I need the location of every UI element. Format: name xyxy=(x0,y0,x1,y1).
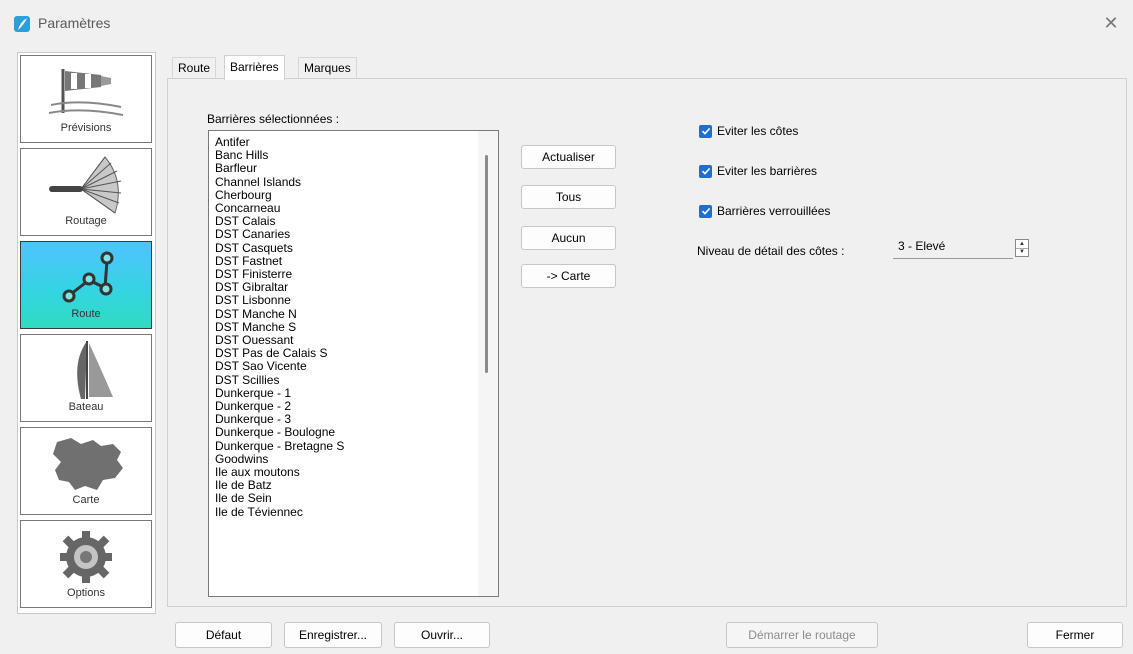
demarrer-routage-button[interactable]: Démarrer le routage xyxy=(726,622,878,648)
carte-button[interactable]: -> Carte xyxy=(521,264,616,288)
tab-barrieres[interactable]: Barrières xyxy=(224,55,285,80)
sidebar-item-label: Routage xyxy=(65,215,107,227)
gear-icon xyxy=(21,525,151,587)
close-icon[interactable]: ✕ xyxy=(1097,10,1125,36)
barrieres-list-label: Barrières sélectionnées : xyxy=(207,112,340,126)
tab-route[interactable]: Route xyxy=(172,57,217,79)
eviter-barrieres-label: Eviter les barrières xyxy=(717,164,818,178)
ouvrir-button[interactable]: Ouvrir... xyxy=(394,622,490,648)
list-item[interactable]: Dunkerque - Boulogne xyxy=(215,426,344,439)
windsock-icon xyxy=(21,60,151,122)
barrieres-listbox[interactable]: Antifer Banc Hills Barfleur Channel Islands… xyxy=(208,130,499,597)
eviter-cotes-label: Eviter les côtes xyxy=(717,124,799,138)
title-bar: Paramètres ✕ xyxy=(0,0,1133,44)
aucun-button[interactable]: Aucun xyxy=(521,226,616,250)
sidebar-item-label: Carte xyxy=(72,494,100,506)
barrieres-verrouillees-label: Barrières verrouillées xyxy=(717,204,831,218)
list-item[interactable]: Dunkerque - Bretagne S xyxy=(215,439,344,453)
eviter-cotes-checkbox[interactable]: Eviter les côtes xyxy=(699,124,798,138)
list-item[interactable]: Ile de Téviennec xyxy=(215,505,344,519)
list-item[interactable]: DST Canaries xyxy=(215,228,344,241)
spin-down-icon[interactable]: ▼ xyxy=(1016,248,1028,256)
route-nodes-icon xyxy=(21,246,151,308)
niveau-detail-value[interactable]: 3 - Elevé xyxy=(893,237,1013,259)
sailboat-icon xyxy=(21,339,151,401)
list-item[interactable]: DST Lisbonne xyxy=(215,294,344,307)
sidebar-item-label: Route xyxy=(71,308,101,320)
window-title: Paramètres xyxy=(38,15,111,31)
sidebar-item-bateau[interactable]: Bateau xyxy=(20,334,152,422)
list-item[interactable]: DST Casquets xyxy=(215,241,344,255)
list-item[interactable]: Ile de Sein xyxy=(215,492,344,505)
checkbox-checked-icon xyxy=(699,204,712,218)
tous-button[interactable]: Tous xyxy=(521,185,616,209)
list-item[interactable]: DST Scillies xyxy=(215,373,344,387)
eviter-barrieres-checkbox[interactable]: Eviter les barrières xyxy=(699,164,817,178)
fermer-button[interactable]: Fermer xyxy=(1027,622,1123,648)
sidebar-item-carte[interactable]: Carte xyxy=(20,427,152,515)
sail-routing-icon xyxy=(21,153,151,215)
checkbox-checked-icon xyxy=(699,124,712,138)
sidebar-item-route[interactable]: Route xyxy=(20,241,152,329)
niveau-detail-spinner[interactable]: 3 - Elevé ▲ ▼ xyxy=(893,237,1033,259)
sidebar-item-label: Bateau xyxy=(68,401,104,413)
sidebar-item-label: Options xyxy=(67,587,105,599)
barrieres-list: Antifer Banc Hills Barfleur Channel Islands… xyxy=(215,135,344,519)
tab-marques[interactable]: Marques xyxy=(298,57,357,79)
map-region-icon xyxy=(21,432,151,494)
scroll-thumb[interactable] xyxy=(485,155,488,373)
niveau-detail-label: Niveau de détail des côtes : xyxy=(697,244,845,258)
settings-window: Paramètres ✕ Prévisions Routage Route Ba… xyxy=(0,0,1133,654)
spinner-buttons: ▲ ▼ xyxy=(1015,239,1029,257)
list-item[interactable]: Channel Islands xyxy=(215,175,344,189)
sidebar-item-routage[interactable]: Routage xyxy=(20,148,152,236)
sidebar-item-options[interactable]: Options xyxy=(20,520,152,608)
actualiser-button[interactable]: Actualiser xyxy=(521,145,616,169)
list-scrollbar[interactable] xyxy=(478,131,498,596)
list-item[interactable]: DST Manche N xyxy=(215,307,344,321)
app-logo-icon xyxy=(14,16,30,32)
sidebar-item-previsions[interactable]: Prévisions xyxy=(20,55,152,143)
list-item[interactable]: DST Sao Vicente xyxy=(215,360,344,373)
sidebar-item-label: Prévisions xyxy=(60,122,112,134)
barrieres-verrouillees-checkbox[interactable]: Barrières verrouillées xyxy=(699,204,830,218)
list-item[interactable]: Barfleur xyxy=(215,162,344,175)
checkbox-checked-icon xyxy=(699,164,712,178)
enregistrer-button[interactable]: Enregistrer... xyxy=(284,622,382,648)
sidebar: Prévisions Routage Route Bateau Carte Op… xyxy=(17,52,156,614)
defaut-button[interactable]: Défaut xyxy=(175,622,272,648)
